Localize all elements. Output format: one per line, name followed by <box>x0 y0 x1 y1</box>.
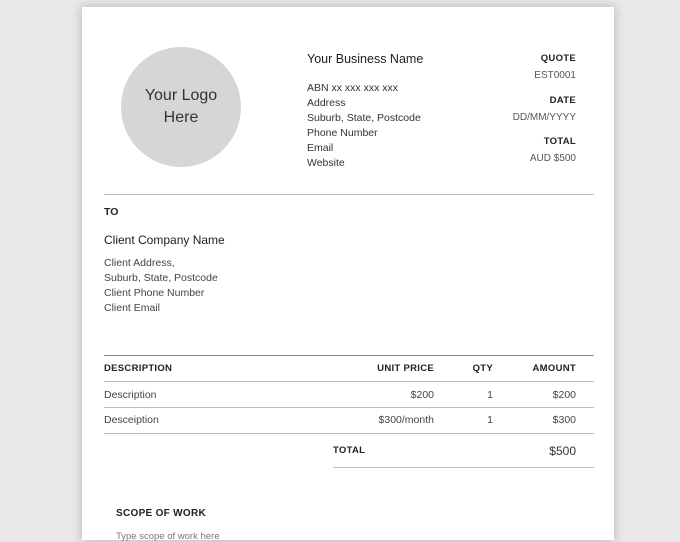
table-total-value: $500 <box>549 444 576 458</box>
table-top-rule <box>104 355 594 356</box>
logo-placeholder: Your Logo Here <box>121 47 241 167</box>
header-amount: AMOUNT <box>532 363 576 374</box>
logo-placeholder-text: Your Logo Here <box>144 87 218 126</box>
scope-of-work-label: SCOPE OF WORK <box>116 508 207 519</box>
quote-document: Your Logo Here Your Business Name ABN xx… <box>82 7 614 542</box>
table-header-rule <box>104 381 594 382</box>
scope-of-work-text: Type scope of work here <box>116 531 220 542</box>
table-total-label: TOTAL <box>333 445 366 456</box>
business-suburb: Suburb, State, Postcode <box>307 112 421 124</box>
row-amount: $300 <box>552 414 576 426</box>
business-details: ABN xx xxx xxx xxx Address Suburb, State… <box>307 81 421 171</box>
row-qty: 1 <box>487 414 493 426</box>
row-amount: $200 <box>552 389 576 401</box>
client-company-name: Client Company Name <box>104 233 225 247</box>
business-email: Email <box>307 142 334 154</box>
recipient-label: TO <box>104 206 119 218</box>
business-website: Website <box>307 157 345 169</box>
row-unit-price: $300/month <box>378 414 434 426</box>
row-description: Desceiption <box>104 414 159 426</box>
total-label-header: TOTAL <box>543 136 576 147</box>
header-description: DESCRIPTION <box>104 363 173 374</box>
business-name: Your Business Name <box>307 52 424 66</box>
total-rule <box>333 467 594 468</box>
header-qty: QTY <box>472 363 493 374</box>
client-phone: Client Phone Number <box>104 287 205 299</box>
row-unit-price: $200 <box>410 389 434 401</box>
row-description: Description <box>104 389 157 401</box>
client-address: Client Address, <box>104 257 175 269</box>
client-details: Client Address, Suburb, State, Postcode … <box>104 256 218 316</box>
date-label: DATE <box>549 95 576 106</box>
business-abn: ABN xx xxx xxx xxx <box>307 82 399 94</box>
client-email: Client Email <box>104 302 161 314</box>
row-qty: 1 <box>487 389 493 401</box>
business-address: Address <box>307 97 346 109</box>
quote-label: QUOTE <box>540 53 576 64</box>
row-rule <box>104 433 594 434</box>
client-suburb: Suburb, State, Postcode <box>104 272 218 284</box>
divider <box>104 194 594 195</box>
header-unit-price: UNIT PRICE <box>377 363 434 374</box>
total-value-header: AUD $500 <box>529 153 576 164</box>
business-phone: Phone Number <box>307 127 378 139</box>
date-value: DD/MM/YYYY <box>512 112 576 123</box>
row-rule <box>104 407 594 408</box>
quote-number: EST0001 <box>534 70 576 81</box>
